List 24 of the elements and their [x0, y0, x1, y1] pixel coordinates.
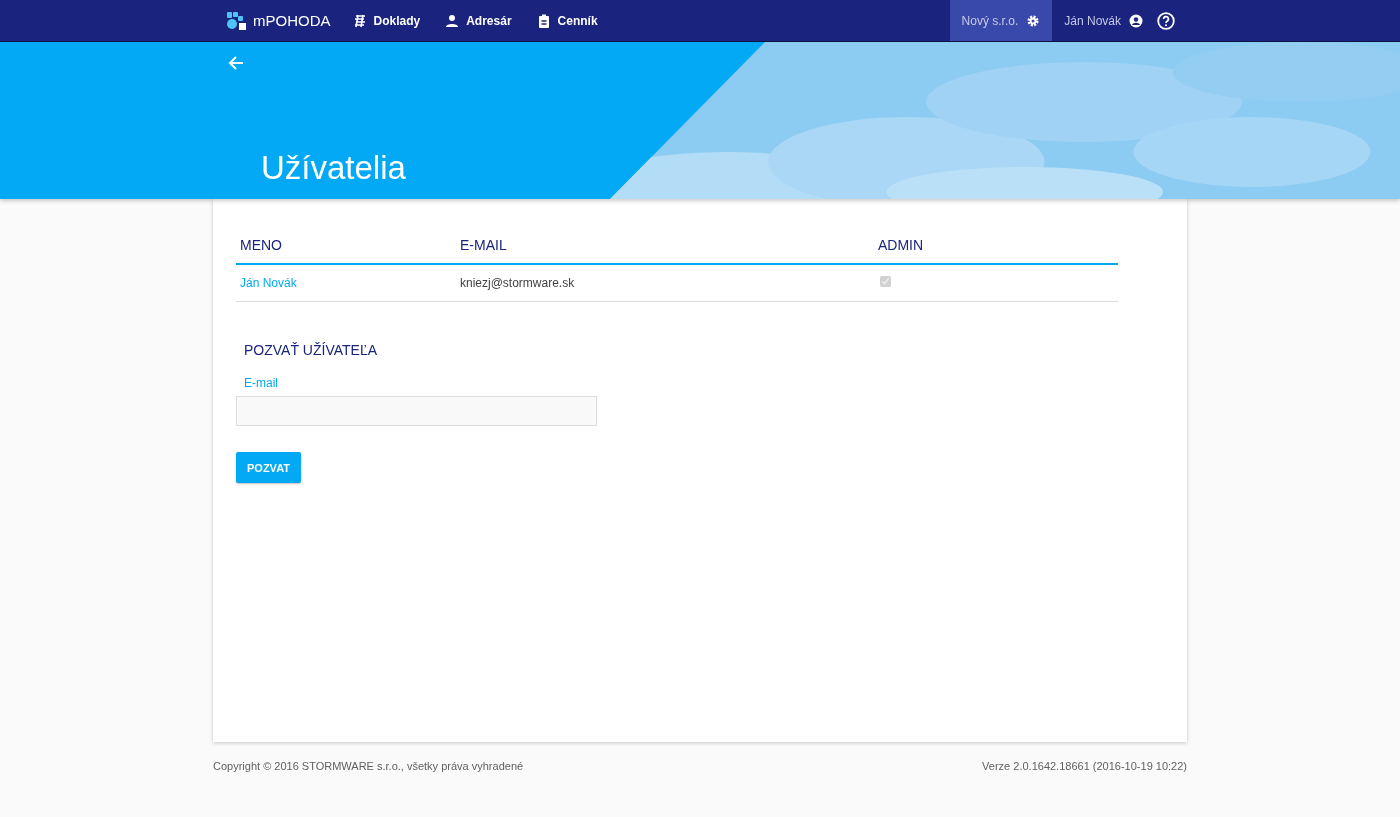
back-arrow-icon[interactable]	[228, 55, 244, 71]
email-cell: kniezj@stormware.sk	[460, 276, 575, 290]
brand-name[interactable]: mPOHODA	[253, 12, 331, 29]
stack-icon	[352, 13, 367, 28]
account-icon	[1129, 13, 1143, 28]
nav-link[interactable]: Cenník	[536, 13, 598, 28]
version-text: Verze 2.0.1642.18661 (2016-10-19 10:22)	[982, 760, 1187, 772]
help-icon[interactable]	[1157, 11, 1175, 30]
column-header: MENO	[236, 227, 456, 264]
copyright-text: Copyright © 2016 STORMWARE s.r.o., všetky práva vyhradené	[213, 760, 524, 772]
settings-icon	[1026, 13, 1041, 28]
column-header: ADMIN	[874, 227, 1118, 264]
page-title: Užívatelia	[261, 149, 406, 187]
person-icon	[445, 13, 460, 28]
company-menu[interactable]: Nový s.r.o.	[949, 0, 1053, 41]
logo-icon	[225, 10, 247, 31]
nav-link[interactable]: Adresár	[445, 13, 512, 28]
field-label: E-mail	[244, 376, 278, 390]
column-header: E-MAIL	[456, 227, 874, 264]
clipboard-icon	[536, 13, 551, 28]
section-heading: POZVAŤ UŽÍVATEĽA	[244, 342, 379, 358]
email-input-field[interactable]	[236, 396, 597, 426]
user-menu[interactable]: Ján Novák	[1052, 0, 1155, 41]
nav-link[interactable]: Doklady	[352, 13, 421, 28]
